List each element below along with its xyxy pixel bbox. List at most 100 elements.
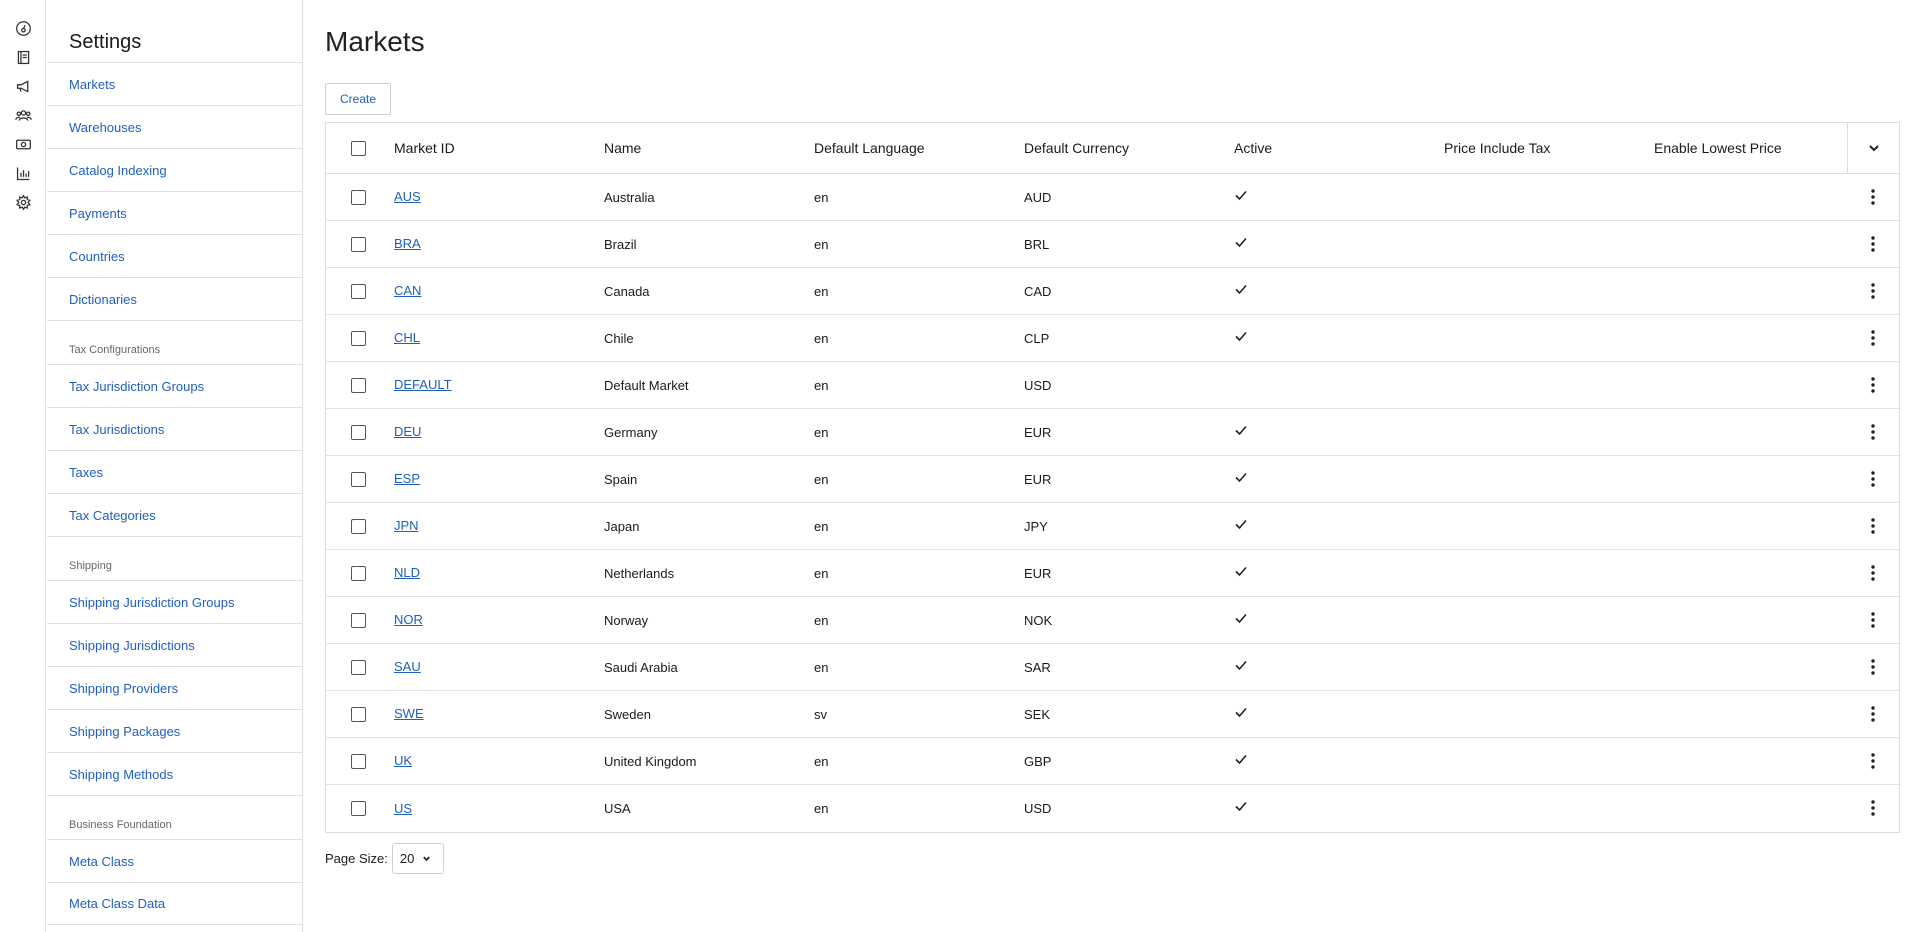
market-currency-cell: SAR <box>1024 659 1051 675</box>
dashboard-icon[interactable] <box>13 18 33 38</box>
table-body: AUS Australia en AUD BRA Brazil en BRL CAN Canada… <box>326 174 1899 832</box>
row-actions-button[interactable] <box>1867 456 1879 502</box>
settings-icon[interactable] <box>13 192 33 212</box>
market-id-link[interactable]: AUS <box>394 189 421 204</box>
market-language-cell: en <box>814 518 829 534</box>
row-checkbox[interactable] <box>351 330 366 346</box>
row-actions-button[interactable] <box>1867 785 1879 831</box>
row-actions-button[interactable] <box>1867 691 1879 737</box>
market-language-cell: sv <box>814 706 827 722</box>
sidebar-item-dictionaries[interactable]: Dictionaries <box>47 277 302 320</box>
row-actions-button[interactable] <box>1867 738 1879 784</box>
sidebar-item-shipping-jurisdiction-groups[interactable]: Shipping Jurisdiction Groups <box>47 580 302 623</box>
check-icon <box>1234 188 1248 202</box>
market-id-link[interactable]: SAU <box>394 659 421 674</box>
marketing-icon[interactable] <box>13 76 33 96</box>
sidebar-item-payments[interactable]: Payments <box>47 191 302 234</box>
customers-icon[interactable] <box>13 105 33 125</box>
page-size-select[interactable]: 20 <box>391 843 444 874</box>
row-checkbox[interactable] <box>351 706 366 722</box>
row-actions-button[interactable] <box>1867 503 1879 549</box>
row-checkbox[interactable] <box>351 565 366 581</box>
sidebar-item-shipping-methods[interactable]: Shipping Methods <box>47 752 302 795</box>
market-id-link[interactable]: JPN <box>394 518 419 533</box>
sidebar-item-meta-class[interactable]: Meta Class <box>47 839 302 882</box>
row-checkbox[interactable] <box>351 283 366 299</box>
sidebar-item-shipping-jurisdictions[interactable]: Shipping Jurisdictions <box>47 623 302 666</box>
row-actions-button[interactable] <box>1867 550 1879 596</box>
column-header-price-include-tax[interactable]: Price Include Tax <box>1444 140 1654 156</box>
row-actions-button[interactable] <box>1867 268 1879 314</box>
row-checkbox[interactable] <box>351 659 366 675</box>
market-id-link[interactable]: DEFAULT <box>394 377 452 392</box>
market-language-cell: en <box>814 471 829 487</box>
sidebar-item-shipping-packages[interactable]: Shipping Packages <box>47 709 302 752</box>
sidebar-item-meta-class-data[interactable]: Meta Class Data <box>47 882 302 925</box>
market-id-link[interactable]: NLD <box>394 565 420 580</box>
sidebar-item-warehouses[interactable]: Warehouses <box>47 105 302 148</box>
row-checkbox[interactable] <box>351 801 366 816</box>
column-header-market-id[interactable]: Market ID <box>394 140 604 156</box>
column-header-active[interactable]: Active <box>1234 140 1444 156</box>
market-id-link[interactable]: UK <box>394 753 412 768</box>
row-actions-button[interactable] <box>1867 221 1879 267</box>
row-checkbox[interactable] <box>351 424 366 440</box>
market-active-cell <box>1234 188 1444 207</box>
sidebar-item-countries[interactable]: Countries <box>47 234 302 277</box>
market-id-link[interactable]: SWE <box>394 706 424 721</box>
row-actions-button[interactable] <box>1867 362 1879 408</box>
table-row: DEU Germany en EUR <box>326 409 1899 456</box>
row-actions-button[interactable] <box>1867 174 1879 220</box>
market-id-link[interactable]: CAN <box>394 283 421 298</box>
check-icon <box>1234 470 1248 484</box>
reports-icon[interactable] <box>13 163 33 183</box>
column-menu-button[interactable] <box>1847 123 1899 173</box>
market-id-link[interactable]: DEU <box>394 424 421 439</box>
more-vertical-icon <box>1871 330 1875 346</box>
market-language-cell: en <box>814 612 829 628</box>
market-active-cell <box>1234 517 1444 536</box>
sidebar-item-shipping-providers[interactable]: Shipping Providers <box>47 666 302 709</box>
row-actions-button[interactable] <box>1867 315 1879 361</box>
more-vertical-icon <box>1871 424 1875 440</box>
market-id-link[interactable]: BRA <box>394 236 421 251</box>
column-header-name[interactable]: Name <box>604 140 814 156</box>
more-vertical-icon <box>1871 612 1875 628</box>
market-id-link[interactable]: ESP <box>394 471 420 486</box>
sidebar-item-tax-jurisdictions[interactable]: Tax Jurisdictions <box>47 407 302 450</box>
row-checkbox[interactable] <box>351 471 366 487</box>
market-language-cell: en <box>814 753 829 769</box>
sidebar-item-markets[interactable]: Markets <box>47 62 302 105</box>
column-header-default-currency[interactable]: Default Currency <box>1024 140 1234 156</box>
sidebar-item-catalog-indexing[interactable]: Catalog Indexing <box>47 148 302 191</box>
market-currency-cell: EUR <box>1024 471 1052 487</box>
market-language-cell: en <box>814 659 829 675</box>
row-checkbox[interactable] <box>351 189 366 205</box>
row-actions-button[interactable] <box>1867 597 1879 643</box>
row-checkbox[interactable] <box>351 377 366 393</box>
row-actions-button[interactable] <box>1867 644 1879 690</box>
market-active-cell <box>1234 282 1444 301</box>
select-all-checkbox[interactable] <box>351 140 366 156</box>
market-active-cell <box>1234 423 1444 442</box>
sidebar-item-tax-jurisdiction-groups[interactable]: Tax Jurisdiction Groups <box>47 364 302 407</box>
commerce-icon[interactable] <box>13 134 33 154</box>
column-header-default-language[interactable]: Default Language <box>814 140 1024 156</box>
row-checkbox[interactable] <box>351 612 366 628</box>
create-button[interactable]: Create <box>325 83 391 115</box>
market-id-link[interactable]: CHL <box>394 330 420 345</box>
sidebar-item-tax-categories[interactable]: Tax Categories <box>47 493 302 536</box>
row-checkbox[interactable] <box>351 753 366 769</box>
row-checkbox[interactable] <box>351 518 366 534</box>
market-name-cell: Australia <box>604 189 655 205</box>
settings-sidebar: Settings Markets Warehouses Catalog Inde… <box>47 0 303 932</box>
more-vertical-icon <box>1871 800 1875 816</box>
sidebar-item-taxes[interactable]: Taxes <box>47 450 302 493</box>
row-checkbox[interactable] <box>351 236 366 252</box>
row-actions-button[interactable] <box>1867 409 1879 455</box>
sidebar-section-business-foundation: Business Foundation <box>47 795 302 839</box>
market-id-link[interactable]: US <box>394 801 412 816</box>
column-header-enable-lowest-price[interactable]: Enable Lowest Price <box>1654 140 1849 156</box>
market-id-link[interactable]: NOR <box>394 612 423 627</box>
catalog-icon[interactable] <box>13 47 33 67</box>
